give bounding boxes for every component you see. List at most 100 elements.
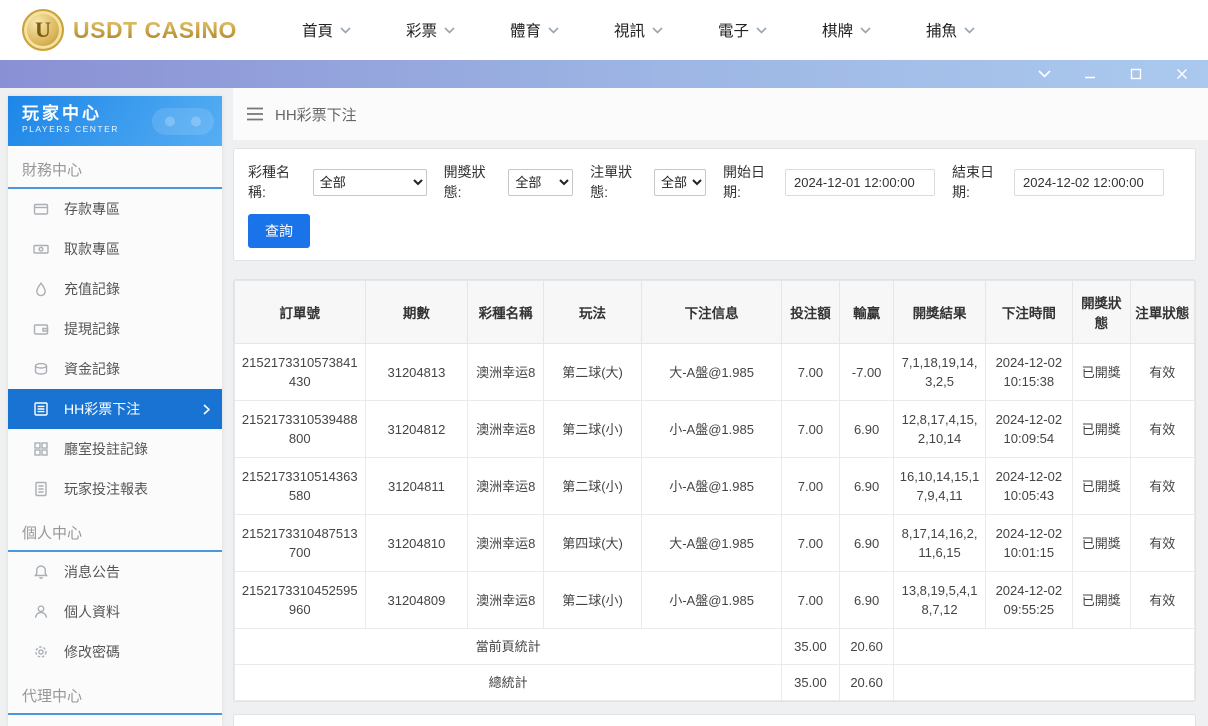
- table-cell: 7,1,18,19,14,3,2,5: [893, 343, 986, 401]
- nav-item-fishing[interactable]: 捕魚: [926, 19, 1030, 41]
- maximize-button[interactable]: [1128, 66, 1144, 82]
- sidebar-item-label: 取款專區: [64, 241, 120, 257]
- nav-item-sports[interactable]: 體育: [510, 19, 614, 41]
- table-cell: 6.90: [838, 400, 895, 458]
- sidebar-item-withdraw[interactable]: 取款專區: [8, 229, 222, 269]
- table-cell: 2024-12-02 10:15:38: [984, 343, 1074, 401]
- lottery-type-label: 彩種名稱:: [248, 164, 290, 200]
- nav-item-video[interactable]: 視訊: [614, 19, 718, 41]
- sidebar-item-label: 消息公告: [64, 564, 120, 580]
- minimize-button[interactable]: [1082, 66, 1098, 82]
- sidebar-item-room-bet-records[interactable]: 廳室投註記錄: [8, 429, 222, 469]
- sidebar-item-label: 資金記錄: [64, 361, 120, 377]
- column-header: 玩法: [543, 280, 642, 344]
- column-header: 開獎狀態: [1072, 280, 1131, 344]
- table-cell: 澳洲幸运8: [467, 571, 545, 629]
- start-date-label: 開始日期:: [722, 164, 765, 200]
- table-cell: 2024-12-02 09:55:25: [984, 571, 1074, 629]
- sidebar-item-recharge-records[interactable]: 充值記錄: [8, 269, 222, 309]
- table-cell: 有效: [1129, 457, 1195, 515]
- draw-status-select[interactable]: 全部: [508, 168, 574, 196]
- table-row: 2152173310539488800 31204812 澳洲幸运8 第二球(小) 小-…: [234, 400, 1195, 458]
- nav-item-cards[interactable]: 棋牌: [822, 19, 926, 41]
- maximize-icon: [1130, 68, 1142, 80]
- column-header: 期數: [364, 280, 469, 344]
- table-cell: 2024-12-02 10:09:54: [984, 400, 1074, 458]
- close-button[interactable]: [1174, 66, 1190, 82]
- summary-label: 當前頁統計: [234, 628, 783, 665]
- sidebar-section-finance: 財務中心: [8, 146, 222, 189]
- sidebar-item-announcements[interactable]: 消息公告: [8, 552, 222, 592]
- summary-row-current-page: 當前頁統計 35.00 20.60: [234, 628, 1195, 665]
- sidebar-item-profile[interactable]: 個人資料: [8, 592, 222, 632]
- nav-label: 視訊: [614, 23, 646, 40]
- table-cell: 2152173310487513700: [234, 514, 366, 572]
- table-cell: 7.00: [781, 343, 840, 401]
- table-cell: 7.00: [781, 457, 840, 515]
- table-cell: 澳洲幸运8: [467, 400, 545, 458]
- chevron-down-icon: [1037, 70, 1051, 78]
- sidebar-item-label: 廳室投註記錄: [64, 441, 148, 457]
- sidebar-item-label: HH彩票下注: [64, 401, 141, 417]
- sidebar-item-fund-records[interactable]: 資金記錄: [8, 349, 222, 389]
- column-header: 投注額: [781, 280, 840, 344]
- sidebar-item-label: 個人資料: [64, 604, 120, 620]
- table-cell: 7.00: [781, 400, 840, 458]
- sidebar-item-change-password[interactable]: 修改密碼: [8, 632, 222, 672]
- table-cell: 澳洲幸运8: [467, 514, 545, 572]
- table-row: 2152173310514363580 31204811 澳洲幸运8 第二球(小) 小-…: [234, 457, 1195, 515]
- titlebar-collapse-button[interactable]: [1036, 66, 1052, 82]
- gear-icon: [35, 646, 47, 658]
- table-cell: 有效: [1129, 343, 1195, 401]
- table-cell: 7.00: [781, 571, 840, 629]
- table-cell: 已開獎: [1072, 514, 1131, 572]
- sidebar-item-player-bet-report[interactable]: 玩家投注報表: [8, 469, 222, 509]
- chevron-down-icon: [652, 26, 663, 34]
- table-cell: 有效: [1129, 514, 1195, 572]
- window-titlebar: [0, 60, 1208, 88]
- coins-icon: [34, 362, 48, 375]
- nav-item-lottery[interactable]: 彩票: [406, 19, 510, 41]
- start-date-input[interactable]: [784, 168, 935, 196]
- summary-win-total: 20.60: [838, 664, 895, 701]
- chevron-down-icon: [444, 26, 455, 34]
- table-cell: 2152173310452595960: [234, 571, 366, 629]
- table-cell: 小-A盤@1.985: [640, 457, 783, 515]
- table-cell: 大-A盤@1.985: [640, 514, 783, 572]
- bet-status-select[interactable]: 全部: [653, 168, 706, 196]
- end-date-input[interactable]: [1014, 168, 1165, 196]
- logo-text: USDT CASINO: [73, 16, 237, 43]
- table-body: 2152173310573841430 31204813 澳洲幸运8 第二球(大) 大-…: [234, 343, 1195, 629]
- breadcrumb: HH彩票下注: [233, 88, 1208, 140]
- sidebar: 玩家中心 PLAYERS CENTER 財務中心 存款專區 取款專區 充值記錄 …: [8, 96, 222, 726]
- emblem-letter: U: [35, 17, 51, 42]
- chevron-down-icon: [756, 26, 767, 34]
- sidebar-item-label: 存款專區: [64, 201, 120, 217]
- column-header: 輸贏: [838, 280, 895, 344]
- hamburger-menu-icon[interactable]: [246, 107, 264, 121]
- chevron-right-icon: [203, 403, 210, 415]
- nav-item-slots[interactable]: 電子: [718, 19, 822, 41]
- table-cell: 7.00: [781, 514, 840, 572]
- sidebar-item-deposit[interactable]: 存款專區: [8, 189, 222, 229]
- gamepad-icon: [152, 108, 214, 135]
- logo[interactable]: U USDT CASINO: [22, 9, 260, 51]
- table-cell: 有效: [1129, 400, 1195, 458]
- summary-empty: [893, 628, 1195, 665]
- table-cell: -7.00: [838, 343, 895, 401]
- table-cell: 小-A盤@1.985: [640, 400, 783, 458]
- person-icon: [34, 605, 48, 618]
- chevron-down-icon: [548, 26, 559, 34]
- table-cell: 第二球(小): [543, 400, 642, 458]
- sidebar-item-hh-lottery-bets[interactable]: HH彩票下注: [8, 389, 222, 429]
- table-cell: 第二球(小): [543, 457, 642, 515]
- table-cell: 2024-12-02 10:05:43: [984, 457, 1074, 515]
- grid-icon: [34, 442, 48, 456]
- query-button[interactable]: 查詢: [248, 214, 310, 248]
- sidebar-item-cashout-records[interactable]: 提現記錄: [8, 309, 222, 349]
- bell-icon: [34, 565, 48, 579]
- nav-item-home[interactable]: 首頁: [302, 19, 406, 41]
- brand-emblem-icon: U: [22, 9, 64, 51]
- summary-empty: [893, 664, 1195, 701]
- lottery-type-select[interactable]: 全部: [312, 168, 427, 196]
